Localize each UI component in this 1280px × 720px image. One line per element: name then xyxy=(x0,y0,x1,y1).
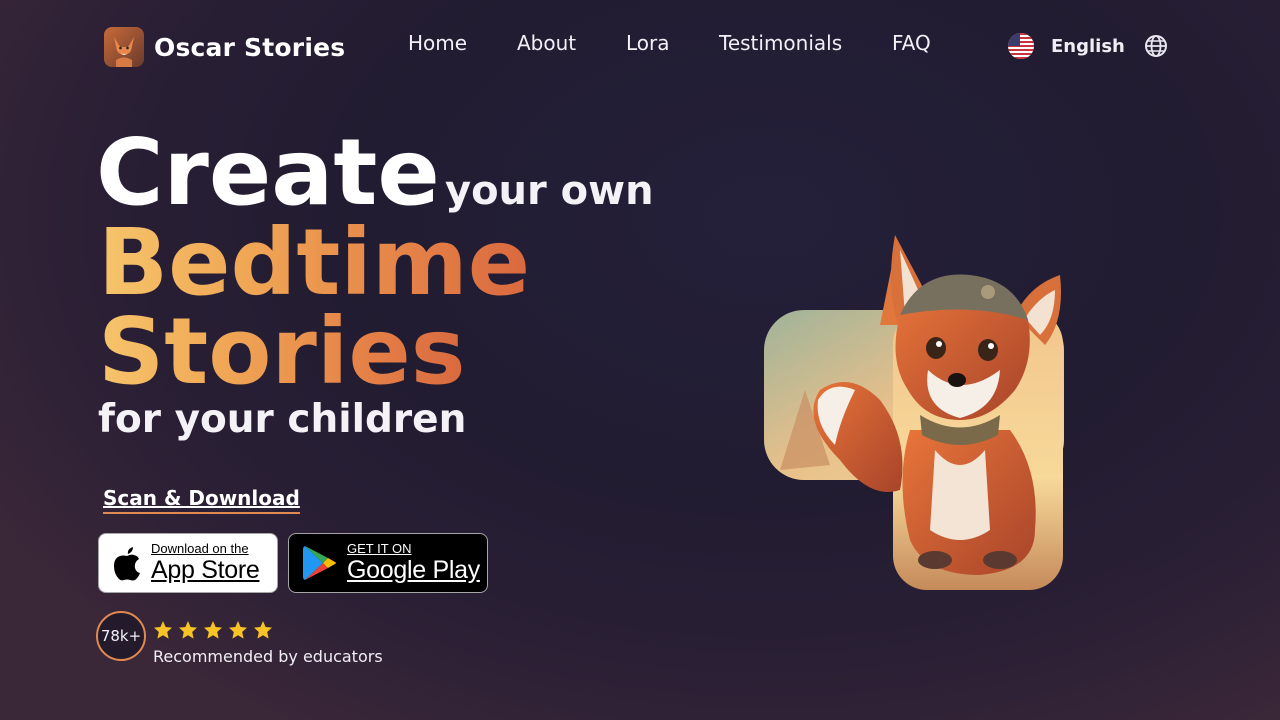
google-play-small-text: GET IT ON xyxy=(347,541,412,556)
google-play-icon xyxy=(303,546,336,580)
fox-logo-icon xyxy=(104,27,144,67)
apple-icon xyxy=(114,547,140,581)
brand-logo-link[interactable]: Oscar Stories xyxy=(104,27,345,67)
recommendation-text: Recommended by educators xyxy=(153,647,383,666)
top-navigation: Oscar Stories Home About Lora Testimonia… xyxy=(0,0,1280,92)
main-menu: Home About Lora Testimonials FAQ xyxy=(408,31,931,55)
app-store-big-text: App Store xyxy=(151,556,260,584)
star-icon xyxy=(204,621,222,639)
nav-home[interactable]: Home xyxy=(408,31,517,55)
brand-name: Oscar Stories xyxy=(154,32,346,62)
scan-download-link[interactable]: Scan & Download xyxy=(103,486,300,514)
headline-for-children: for your children xyxy=(98,397,467,442)
star-icon xyxy=(229,621,247,639)
star-icon xyxy=(254,621,272,639)
google-play-big-text: Google Play xyxy=(347,556,480,584)
star-icon xyxy=(154,621,172,639)
google-play-button[interactable]: GET IT ON Google Play xyxy=(288,533,488,593)
user-count-badge: 78k+ xyxy=(96,611,146,661)
globe-icon[interactable] xyxy=(1144,34,1168,58)
language-label: English xyxy=(1051,35,1125,57)
star-icon xyxy=(179,621,197,639)
app-store-button[interactable]: Download on the App Store xyxy=(98,533,278,593)
nav-lora[interactable]: Lora xyxy=(626,31,719,55)
app-store-small-text: Download on the xyxy=(151,541,249,556)
language-selector[interactable]: English xyxy=(1008,33,1168,59)
nav-testimonials[interactable]: Testimonials xyxy=(719,31,892,55)
nav-faq[interactable]: FAQ xyxy=(892,31,931,55)
fox-hero-illustration xyxy=(764,235,1064,590)
rating-stars xyxy=(153,620,273,640)
us-flag-icon xyxy=(1008,33,1034,59)
headline-stories: Stories xyxy=(98,298,466,405)
nav-about[interactable]: About xyxy=(517,31,626,55)
